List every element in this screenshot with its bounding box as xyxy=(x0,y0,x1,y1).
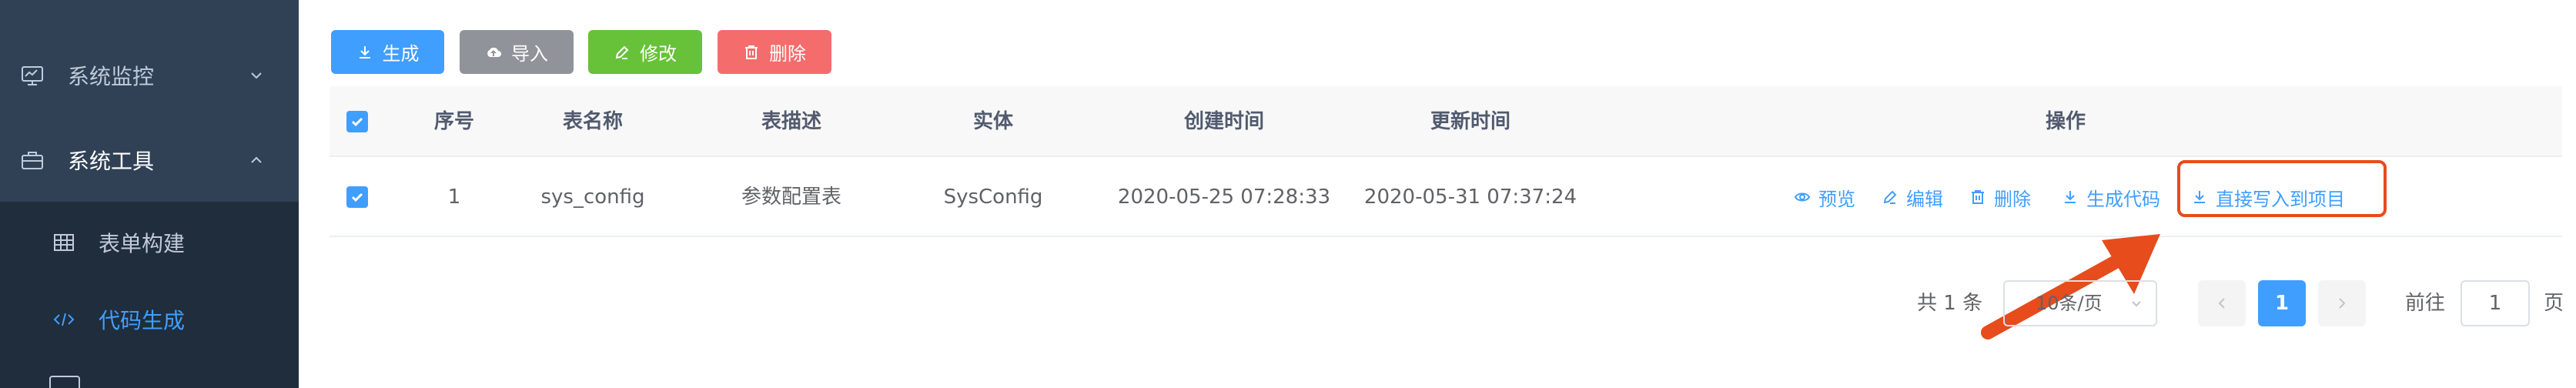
download-icon xyxy=(359,45,370,59)
select-all-checkbox[interactable] xyxy=(346,111,368,132)
sidebar-item-label: 系统监控 xyxy=(68,64,155,89)
chevron-down-icon xyxy=(251,72,262,79)
prev-page-button[interactable] xyxy=(2198,280,2246,326)
delete-link-label: 删除 xyxy=(1994,188,2031,210)
highlight-annotation-box xyxy=(2177,160,2387,217)
cell-created-time: 2020-05-25 07:28:33 xyxy=(1117,186,1331,209)
sidebar-subitem-partial xyxy=(49,376,80,388)
generate-button-label: 生成 xyxy=(382,43,420,65)
monitor-icon xyxy=(22,66,43,85)
chevron-up-icon xyxy=(251,156,262,163)
column-header: 表名称 xyxy=(562,110,624,133)
column-header: 表描述 xyxy=(761,110,822,133)
jump-prefix-label: 前往 xyxy=(2405,292,2446,315)
sidebar-subitem-label: 表单构建 xyxy=(99,231,186,256)
sidebar-subitem-code-gen[interactable]: 代码生成 xyxy=(0,281,299,358)
toolbox-icon xyxy=(22,152,43,169)
sidebar-item-system-monitor[interactable]: 系统监控 xyxy=(0,32,299,119)
cell-updated-time: 2020-05-31 07:37:24 xyxy=(1363,186,1577,209)
table-grid-icon xyxy=(54,234,74,251)
trash-icon xyxy=(745,45,758,59)
column-header: 实体 xyxy=(972,110,1014,133)
column-header: 更新时间 xyxy=(1430,110,1511,133)
edit-button[interactable]: 修改 xyxy=(588,30,702,74)
jump-suffix-label: 页 xyxy=(2544,292,2564,315)
sidebar-item-label: 系统工具 xyxy=(68,149,155,174)
eye-icon xyxy=(1794,192,1811,202)
preview-link-label: 预览 xyxy=(1818,188,1855,210)
pencil-icon xyxy=(615,45,629,59)
chevron-left-icon xyxy=(2218,298,2225,309)
delete-button-label: 删除 xyxy=(769,43,806,65)
column-header: 操作 xyxy=(2045,110,2086,133)
page-size-select[interactable]: 10条/页 xyxy=(2003,280,2157,326)
page-number-button[interactable]: 1 xyxy=(2258,280,2306,326)
pencil-icon xyxy=(1883,190,1897,204)
edit-button-label: 修改 xyxy=(640,43,677,65)
table-header: 序号 表名称 表描述 实体 创建时间 更新时间 操作 xyxy=(330,86,2562,157)
import-button[interactable]: 导入 xyxy=(460,30,574,74)
cell-index: 1 xyxy=(447,186,461,209)
sidebar: 系统监控 系统工具 表单构建 代码生成 xyxy=(0,0,299,388)
edit-link[interactable]: 编辑 xyxy=(1882,157,1943,237)
cloud-upload-icon xyxy=(487,47,501,57)
chevron-right-icon xyxy=(2339,298,2346,309)
delete-button[interactable]: 删除 xyxy=(718,30,831,74)
jump-page-input[interactable] xyxy=(2461,280,2530,326)
preview-link[interactable]: 预览 xyxy=(1794,157,1855,237)
next-page-button[interactable] xyxy=(2318,280,2366,326)
chevron-down-icon xyxy=(2132,301,2141,307)
page-size-value: 10条/页 xyxy=(2036,293,2103,314)
row-checkbox[interactable] xyxy=(346,186,368,208)
cell-table-desc: 参数配置表 xyxy=(741,186,842,209)
sidebar-subitem-label: 代码生成 xyxy=(99,308,186,333)
import-button-label: 导入 xyxy=(511,43,548,65)
download-icon xyxy=(2065,191,2076,203)
column-header: 创建时间 xyxy=(1183,110,1265,133)
edit-link-label: 编辑 xyxy=(1906,188,1943,210)
trash-icon xyxy=(1972,190,1984,204)
pagination-total: 共 1 条 xyxy=(1917,292,1983,315)
checkmark-icon xyxy=(351,192,363,202)
checkmark-icon xyxy=(351,117,363,127)
sidebar-item-system-tools[interactable]: 系统工具 xyxy=(0,117,299,203)
generate-button[interactable]: 生成 xyxy=(331,30,444,74)
generate-code-link-label: 生成代码 xyxy=(2086,188,2160,210)
cell-table-name: sys_config xyxy=(540,186,645,209)
column-header: 序号 xyxy=(433,110,475,133)
cell-entity: SysConfig xyxy=(943,186,1043,209)
sidebar-subitem-form-builder[interactable]: 表单构建 xyxy=(0,204,299,281)
code-icon xyxy=(53,313,75,326)
